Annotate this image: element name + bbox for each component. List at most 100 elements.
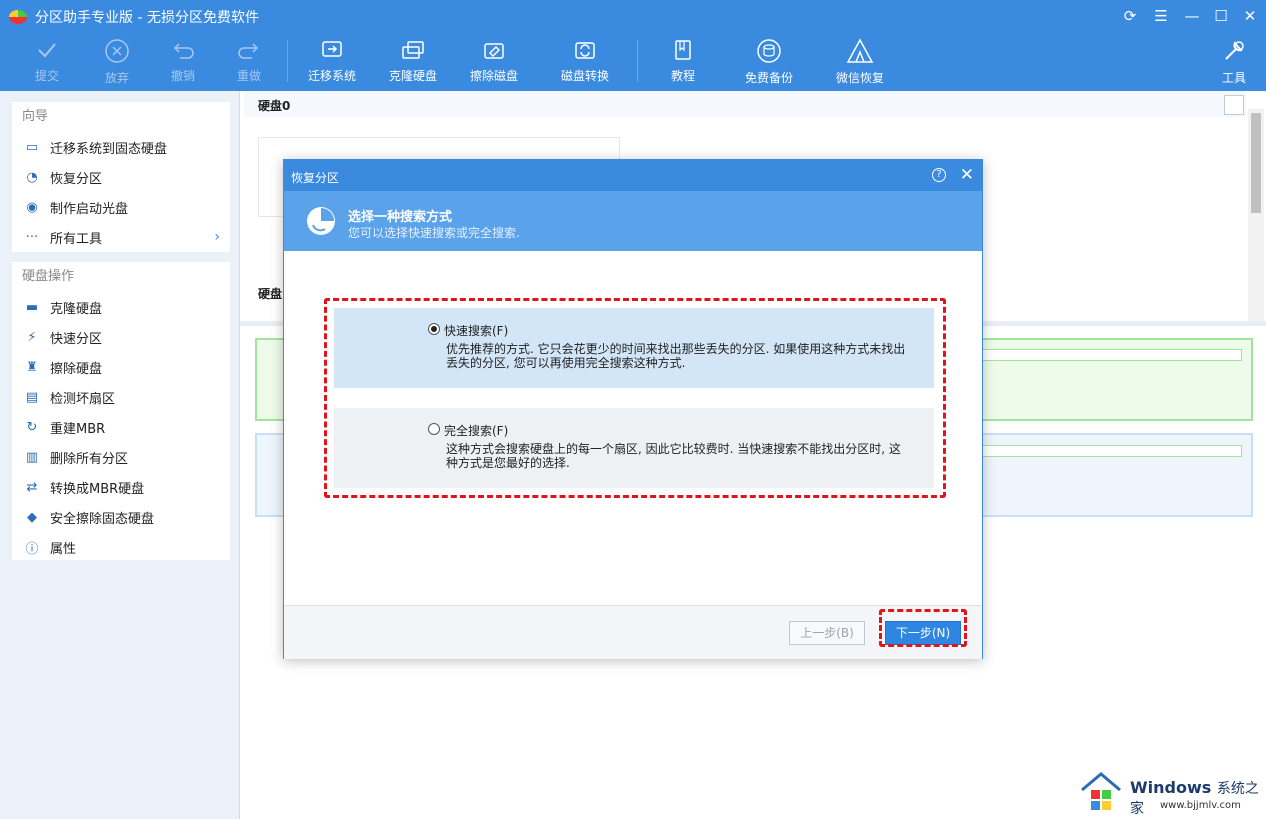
free-backup-button[interactable]: 免费备份 bbox=[734, 36, 804, 90]
backup-icon bbox=[757, 39, 781, 63]
tutorial-label: 教程 bbox=[670, 69, 695, 83]
watermark-brand-name: Windows bbox=[1130, 778, 1212, 797]
watermark-site: www.bjjmlv.com bbox=[1160, 800, 1241, 811]
sidebar: 向导 ▭ 迁移系统到固态硬盘 ◔ 恢复分区 ◉ 制作启动光盘 ··· 所有工具 … bbox=[0, 91, 240, 819]
dialog-header-title: 选择一种搜索方式 bbox=[348, 210, 453, 225]
sidebar-item-label: 所有工具 bbox=[50, 231, 103, 247]
sidebar-item-secure-erase-ssd[interactable]: ◆ 安全擦除固态硬盘 bbox=[12, 502, 230, 532]
clone-disk-label: 克隆硬盘 bbox=[388, 69, 437, 83]
toolbar-separator bbox=[287, 40, 288, 82]
undo-button[interactable]: 撤销 bbox=[148, 36, 218, 90]
dialog-title-bar: 恢复分区 ? ✕ bbox=[284, 160, 982, 191]
wechat-recover-label: 微信恢复 bbox=[835, 71, 884, 85]
house-logo-icon bbox=[1081, 772, 1121, 810]
sidebar-item-label: 制作启动光盘 bbox=[50, 201, 129, 217]
discard-button[interactable]: 放弃 bbox=[82, 36, 152, 90]
partition-bar[interactable] bbox=[960, 445, 1242, 457]
wipe-disk-icon bbox=[484, 43, 504, 59]
undo-label: 撤销 bbox=[170, 69, 195, 83]
sidebar-item-recover-partition[interactable]: ◔ 恢复分区 bbox=[12, 162, 230, 192]
clone-icon: ▬ bbox=[25, 299, 39, 315]
sidebar-item-label: 克隆硬盘 bbox=[50, 301, 103, 317]
convert-icon: ⇄ bbox=[26, 479, 38, 495]
sidebar-item-label: 属性 bbox=[50, 541, 77, 557]
dialog-close-button[interactable]: ✕ bbox=[960, 165, 974, 185]
sidebar-item-clone-disk[interactable]: ▬ 克隆硬盘 bbox=[12, 292, 230, 322]
app-header: 分区助手专业版 - 无损分区免费软件 ⟳ ☰ — ☐ ✕ 提交 放弃 撤销 重做… bbox=[0, 0, 1266, 91]
scrollbar[interactable] bbox=[1248, 109, 1264, 321]
sidebar-item-label: 迁移系统到固态硬盘 bbox=[50, 141, 168, 157]
prev-button[interactable]: 上一步(B) bbox=[789, 621, 865, 645]
submit-label: 提交 bbox=[34, 69, 59, 83]
redo-button[interactable]: 重做 bbox=[214, 36, 284, 90]
sidebar-item-wipe-disk[interactable]: ♜ 擦除硬盘 bbox=[12, 352, 230, 382]
wizard-panel: 向导 ▭ 迁移系统到固态硬盘 ◔ 恢复分区 ◉ 制作启动光盘 ··· 所有工具 … bbox=[12, 102, 230, 252]
sidebar-item-boot-disc[interactable]: ◉ 制作启动光盘 bbox=[12, 192, 230, 222]
info-icon: ⓘ bbox=[25, 541, 39, 557]
wizard-panel-title: 向导 bbox=[22, 109, 49, 124]
redo-icon bbox=[238, 43, 259, 59]
partition-bar[interactable] bbox=[960, 349, 1242, 361]
discard-label: 放弃 bbox=[104, 71, 129, 85]
trash-icon: ▥ bbox=[25, 449, 39, 465]
migrate-os-label: 迁移系统 bbox=[307, 69, 356, 83]
wechat-recover-icon bbox=[846, 38, 874, 63]
clone-disk-icon bbox=[402, 41, 424, 59]
close-window-button[interactable]: ✕ bbox=[1239, 5, 1261, 27]
eraser-icon: ◆ bbox=[27, 509, 37, 525]
free-backup-label: 免费备份 bbox=[744, 71, 793, 85]
migrate-os-icon bbox=[322, 41, 342, 57]
sidebar-item-quick-partition[interactable]: ⚡ 快速分区 bbox=[12, 322, 230, 352]
tools-button[interactable]: 工具 bbox=[1199, 36, 1266, 90]
toolbar-separator bbox=[637, 40, 638, 82]
app-title: 分区助手专业版 - 无损分区免费软件 bbox=[35, 10, 259, 26]
boot-disc-icon: ◉ bbox=[26, 199, 38, 215]
sidebar-item-label: 检测坏扇区 bbox=[50, 391, 116, 407]
tutorial-button[interactable]: 教程 bbox=[648, 36, 718, 90]
title-bar: 分区助手专业版 - 无损分区免费软件 ⟳ ☰ — ☐ ✕ bbox=[0, 0, 1266, 32]
view-toggle-button[interactable] bbox=[1224, 95, 1244, 115]
sidebar-item-properties[interactable]: ⓘ 属性 bbox=[12, 532, 230, 562]
sidebar-item-check-bad-sectors[interactable]: ▤ 检测坏扇区 bbox=[12, 382, 230, 412]
convert-disk-label: 磁盘转换 bbox=[560, 69, 609, 83]
cancel-circle-icon bbox=[105, 39, 129, 63]
disk-ops-panel-title: 硬盘操作 bbox=[22, 269, 75, 284]
sidebar-item-rebuild-mbr[interactable]: ↻ 重建MBR bbox=[12, 412, 230, 442]
dialog-title: 恢复分区 bbox=[291, 171, 340, 185]
rebuild-icon: ↻ bbox=[26, 419, 38, 435]
sidebar-item-label: 重建MBR bbox=[50, 421, 106, 437]
sidebar-item-label: 恢复分区 bbox=[50, 171, 103, 187]
clone-disk-button[interactable]: 克隆硬盘 bbox=[378, 36, 448, 90]
wipe-disk-button[interactable]: 擦除磁盘 bbox=[459, 36, 529, 90]
chevron-right-icon: › bbox=[214, 229, 220, 245]
dialog-footer: 上一步(B) 下一步(N) bbox=[284, 605, 982, 659]
wipe-disk-label: 擦除磁盘 bbox=[469, 69, 518, 83]
submit-button[interactable]: 提交 bbox=[12, 36, 82, 90]
sidebar-item-migrate-ssd[interactable]: ▭ 迁移系统到固态硬盘 bbox=[12, 132, 230, 162]
convert-disk-button[interactable]: 磁盘转换 bbox=[550, 36, 620, 90]
sidebar-item-label: 安全擦除固态硬盘 bbox=[50, 511, 155, 527]
sidebar-item-convert-mbr[interactable]: ⇄ 转换成MBR硬盘 bbox=[12, 472, 230, 502]
refresh-icon[interactable]: ⟳ bbox=[1119, 5, 1141, 27]
help-icon[interactable]: ? bbox=[932, 168, 946, 182]
sidebar-item-label: 擦除硬盘 bbox=[50, 361, 103, 377]
pie-recover-icon: ◔ bbox=[26, 169, 38, 185]
scan-icon: ▤ bbox=[25, 389, 39, 405]
highlight-box bbox=[879, 609, 967, 647]
menu-icon[interactable]: ☰ bbox=[1150, 5, 1172, 27]
wechat-recover-button[interactable]: 微信恢复 bbox=[825, 36, 895, 90]
sidebar-item-all-tools[interactable]: ··· 所有工具 › bbox=[12, 222, 230, 252]
maximize-button[interactable]: ☐ bbox=[1210, 5, 1232, 27]
pie-recover-icon bbox=[307, 207, 335, 235]
recover-partition-dialog: 恢复分区 ? ✕ 选择一种搜索方式 您可以选择快速搜索或完全搜索. 快速搜索(F… bbox=[283, 159, 983, 659]
book-icon bbox=[675, 40, 691, 60]
scrollbar-thumb[interactable] bbox=[1251, 113, 1261, 213]
highlight-box bbox=[324, 298, 946, 498]
migrate-os-button[interactable]: 迁移系统 bbox=[297, 36, 367, 90]
minimize-button[interactable]: — bbox=[1181, 5, 1203, 27]
disk1-label: 硬盘 bbox=[258, 287, 283, 301]
tools-label: 工具 bbox=[1221, 71, 1246, 85]
disk-ops-panel: 硬盘操作 ▬ 克隆硬盘 ⚡ 快速分区 ♜ 擦除硬盘 ▤ 检测坏扇区 ↻ 重建MB… bbox=[12, 262, 230, 560]
migrate-ssd-icon: ▭ bbox=[25, 139, 39, 155]
sidebar-item-delete-all-partitions[interactable]: ▥ 删除所有分区 bbox=[12, 442, 230, 472]
